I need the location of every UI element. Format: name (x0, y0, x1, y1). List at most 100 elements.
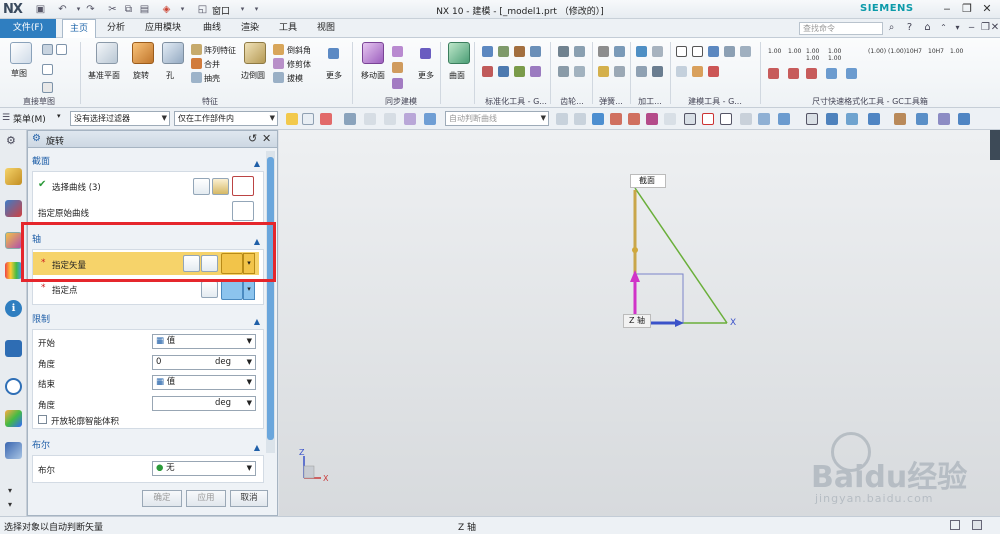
home-icon[interactable]: ⌂ (920, 20, 935, 35)
open-profile-label[interactable]: 开放轮廓智能体积 (51, 415, 119, 427)
datum-plane-icon[interactable] (96, 42, 118, 64)
section-header[interactable]: 截面 ▲ (32, 155, 264, 170)
part-navigator-icon[interactable] (5, 168, 22, 185)
ribbon-minimize-icon[interactable]: ⌃ (936, 20, 951, 35)
origin-curve-icon[interactable] (232, 201, 254, 221)
snap-intersection-icon[interactable] (740, 113, 752, 125)
clock-icon[interactable] (5, 378, 22, 395)
revolve-label[interactable]: 旋转 (133, 70, 149, 81)
ribbon-options-icon[interactable]: ▾ (950, 20, 965, 35)
revolve-icon[interactable] (132, 42, 154, 64)
tab-tools[interactable]: 工具 (272, 19, 304, 38)
file-menu[interactable]: 文件(F) (0, 19, 56, 38)
web-browser-icon[interactable]: ℹ (5, 300, 22, 317)
menu-dropdown-icon[interactable]: ▾ (57, 112, 61, 120)
ok-button[interactable]: 确定 (142, 490, 182, 507)
help-icon[interactable]: ? (902, 20, 917, 35)
edge-blend-label[interactable]: 边倒圆 (241, 70, 265, 81)
hole-label[interactable]: 孔 (166, 70, 174, 81)
dim-4[interactable]: 1.00 1.00 (828, 48, 846, 62)
draft-label[interactable]: 拔模 (287, 73, 303, 84)
machining-tool-3-icon[interactable] (636, 66, 647, 77)
reuse-library-icon[interactable] (5, 262, 22, 279)
curve-rule-icon[interactable] (193, 178, 210, 195)
more-sync-label[interactable]: 更多 (418, 70, 434, 81)
gc-tool-6-icon[interactable] (498, 66, 509, 77)
curve-rule-select[interactable]: 自动判断曲线 ▼ (445, 111, 549, 126)
specify-point-label[interactable]: 指定点 (52, 284, 78, 296)
snap-point-icon[interactable] (720, 113, 732, 125)
specify-origin-label[interactable]: 指定原始曲线 (38, 207, 89, 219)
point-dropdown-icon[interactable]: ▾ (243, 279, 255, 300)
dim-9[interactable]: 1.00 (950, 48, 963, 55)
hole-icon[interactable] (162, 42, 184, 64)
dim-tool-5-icon[interactable] (846, 68, 857, 79)
selection-filter-select[interactable]: 没有选择过滤器 ▼ (70, 111, 170, 126)
section-tag[interactable]: 截面 (630, 174, 666, 188)
cut-icon[interactable]: ✂ (106, 3, 119, 16)
selection-scope-select[interactable]: 仅在工作部件内 ▼ (174, 111, 278, 126)
select-component-icon[interactable] (404, 113, 416, 125)
tab-applications[interactable]: 应用模块 (138, 19, 188, 38)
snap-endpoint-icon[interactable] (592, 113, 604, 125)
select-face-icon[interactable] (320, 113, 332, 125)
doc-close-icon[interactable]: ✕ (990, 20, 1000, 35)
draft-icon[interactable] (273, 72, 284, 83)
dim-2[interactable]: 1.00 (788, 48, 801, 55)
sketch-icon[interactable] (10, 42, 32, 64)
copy-icon[interactable]: ⧉ (122, 3, 135, 16)
start-type-select[interactable]: ▦ 值 ▼ (152, 334, 256, 349)
trim-body-label[interactable]: 修剪体 (287, 59, 311, 70)
graphics-window[interactable]: 截面 Z 轴 X Z X Baidu经验 jingyan.baidu.com (279, 130, 1000, 516)
line-icon[interactable] (42, 82, 53, 93)
spring-tool-4-icon[interactable] (614, 66, 625, 77)
camera-icon[interactable] (958, 113, 970, 125)
render-icon[interactable]: ◈ (160, 3, 173, 16)
machining-tool-4-icon[interactable] (652, 66, 663, 77)
reset-icon[interactable]: ↺ (248, 132, 257, 145)
history-icon[interactable] (5, 340, 22, 357)
section-curve-hypotenuse[interactable] (634, 187, 728, 324)
edit-section-icon[interactable] (938, 113, 950, 125)
gc-tool-7-icon[interactable] (514, 66, 525, 77)
trim-body-icon[interactable] (273, 58, 284, 69)
snap-arc-icon[interactable] (646, 113, 658, 125)
select-view-icon[interactable] (424, 113, 436, 125)
window-dropdown-icon[interactable]: ▾ (236, 3, 249, 16)
close-icon[interactable]: ✕ (262, 132, 271, 145)
profile-icon[interactable] (42, 44, 53, 55)
gear-icon[interactable]: ⚙ (32, 133, 41, 144)
switch-window-icon[interactable]: ◱ (196, 3, 209, 16)
snap-quadrant-icon[interactable] (702, 113, 714, 125)
dim-1[interactable]: 1.00 (768, 48, 781, 55)
boolean-select[interactable]: ● 无 ▼ (152, 461, 256, 476)
open-profile-checkbox[interactable] (38, 415, 47, 424)
point-dialog-icon[interactable] (201, 281, 218, 298)
dim-tool-4-icon[interactable] (826, 68, 837, 79)
snap-line-icon[interactable] (610, 113, 622, 125)
cancel-button[interactable]: 取消 (230, 490, 268, 507)
shell-icon[interactable] (191, 72, 202, 83)
sketch-section-icon[interactable] (212, 178, 229, 195)
unite-icon[interactable] (191, 58, 202, 69)
snap-center-icon[interactable] (684, 113, 696, 125)
undo-icon[interactable]: ↶ (56, 3, 69, 16)
role-icon[interactable] (5, 442, 22, 459)
save-icon[interactable]: ▣ (34, 3, 47, 16)
chamfer-icon[interactable] (273, 44, 284, 55)
spring-tool-1-icon[interactable] (598, 46, 609, 57)
side-panel-handle[interactable] (990, 130, 1000, 160)
dialog-title-bar[interactable]: ⚙ 旋转 ↺ ✕ (28, 131, 277, 148)
move-face-icon[interactable] (362, 42, 384, 64)
restore-panel-icon[interactable] (950, 520, 960, 530)
snap-existing-icon[interactable] (758, 113, 770, 125)
close-button[interactable]: ✕ (978, 2, 996, 16)
tab-curve[interactable]: 曲线 (196, 19, 228, 38)
palette-icon[interactable] (5, 410, 22, 427)
pattern-feature-label[interactable]: 阵列特征 (204, 45, 236, 56)
search-icon[interactable]: ⌕ (884, 20, 899, 35)
model-tool-4-icon[interactable] (724, 46, 735, 57)
snap-icon[interactable] (556, 113, 568, 125)
collapse-icon[interactable]: ▲ (254, 156, 260, 171)
view-frame-icon[interactable] (806, 113, 818, 125)
